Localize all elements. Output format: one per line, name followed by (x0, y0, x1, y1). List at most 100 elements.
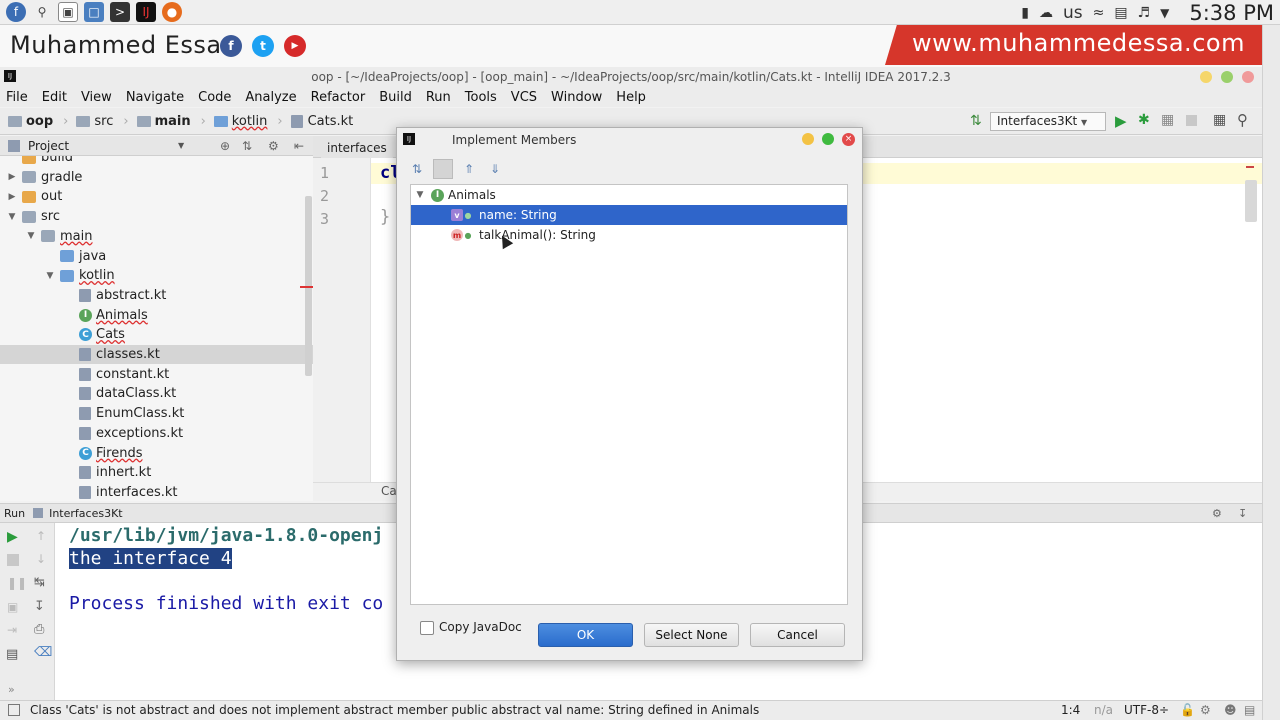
tree-item[interactable]: C Cats (0, 325, 313, 344)
firefox-icon[interactable]: ● (162, 2, 182, 22)
member-row-name[interactable]: v ● name: String (411, 205, 847, 225)
tree-item[interactable]: interfaces.kt (0, 483, 313, 501)
tree-item[interactable]: abstract.kt (0, 286, 313, 305)
menu-run[interactable]: Run (426, 90, 451, 105)
tree-item[interactable]: constant.kt (0, 365, 313, 384)
down-arrow-icon[interactable]: ↓ (36, 552, 46, 566)
chevron-down-icon[interactable]: ▼ (411, 190, 429, 200)
clipboard-icon[interactable]: ▤ (1114, 5, 1127, 21)
volume-icon[interactable]: ♬ (1138, 5, 1151, 21)
exit-icon[interactable]: ⇥ (7, 623, 17, 637)
locate-icon[interactable]: ⊕ (220, 136, 230, 156)
expand-all-icon[interactable]: ⇑ (459, 159, 479, 179)
tree-item[interactable]: I Animals (0, 306, 313, 325)
coverage-icon[interactable]: ▦ (1161, 112, 1174, 128)
menu-vcs[interactable]: VCS (511, 90, 537, 105)
dialog-minimize-button[interactable] (802, 133, 814, 145)
event-log-icon[interactable]: ▤ (1244, 701, 1255, 720)
tree-item[interactable]: classes.kt (0, 345, 313, 364)
breadcrumb-kotlin[interactable]: kotlin (213, 114, 267, 129)
files-icon[interactable]: □ (84, 2, 104, 22)
tree-item[interactable]: ▶ out (0, 187, 313, 206)
inspector-icon[interactable]: ☻ (1224, 701, 1237, 720)
tree-item[interactable]: java (0, 247, 313, 266)
lock-icon[interactable]: 🔓 (1180, 701, 1195, 720)
sort-alphabetically-icon[interactable]: ⇅ (407, 159, 427, 179)
run-icon[interactable]: ▶ (1115, 112, 1127, 130)
dialog-close-button[interactable]: × (842, 133, 855, 146)
cloud-icon[interactable]: ☁ (1039, 5, 1053, 21)
dialog-maximize-button[interactable] (822, 133, 834, 145)
chevron-down-icon[interactable]: ▼ (1160, 6, 1169, 20)
chevron-right-icon[interactable]: ▶ (6, 172, 18, 182)
menu-navigate[interactable]: Navigate (126, 90, 184, 105)
twitter-icon[interactable]: t (252, 35, 274, 57)
pause-icon[interactable]: ❚❚ (7, 576, 27, 590)
tree-item[interactable]: ▼ kotlin (0, 266, 313, 285)
tree-item[interactable]: ▶ gradle (0, 168, 313, 187)
breadcrumb-oop[interactable]: oop (8, 114, 53, 129)
terminal-icon[interactable]: > (110, 2, 130, 22)
show-classes-icon[interactable] (433, 159, 453, 179)
run-tab-label[interactable]: Interfaces3Kt (49, 507, 123, 520)
breadcrumb-src[interactable]: src (76, 114, 113, 129)
menu-tools[interactable]: Tools (465, 90, 497, 105)
language-indicator[interactable]: us (1063, 3, 1083, 23)
stop-icon[interactable] (1186, 115, 1197, 126)
select-none-button[interactable]: Select None (644, 623, 739, 647)
menu-window[interactable]: Window (551, 90, 602, 105)
fedora-icon[interactable]: f (6, 2, 26, 22)
error-stripe-marker[interactable] (1246, 166, 1254, 168)
member-row-talkanimal[interactable]: m ● talkAnimal(): String (411, 225, 847, 245)
menu-edit[interactable]: Edit (42, 90, 67, 105)
tree-item[interactable]: build (0, 156, 313, 167)
close-window-button[interactable] (1242, 71, 1254, 83)
editor-scrollbar[interactable] (1245, 180, 1257, 222)
project-panel-title[interactable]: Project (28, 139, 69, 153)
chevron-down-icon[interactable]: ▼ (25, 231, 37, 241)
menu-code[interactable]: Code (198, 90, 231, 105)
run-configuration-select[interactable]: Interfaces3Kt ▼ (990, 112, 1106, 131)
chevron-down-icon[interactable]: ▼ (178, 136, 184, 156)
tree-item[interactable]: inhert.kt (0, 463, 313, 482)
clock[interactable]: 5:38 PM (1189, 1, 1274, 25)
tree-item[interactable]: C Firends (0, 444, 313, 463)
rerun-icon[interactable]: ▶ (7, 529, 18, 545)
copy-javadoc-label[interactable]: Copy JavaDoc (439, 620, 522, 634)
menu-help[interactable]: Help (616, 90, 646, 105)
collapse-all-icon[interactable]: ⇅ (242, 136, 252, 156)
cursor-position[interactable]: 1:4 (1061, 701, 1080, 720)
minimize-button[interactable] (1200, 71, 1212, 83)
tree-item[interactable]: dataClass.kt (0, 384, 313, 403)
tree-item[interactable]: ▼ main (0, 227, 313, 246)
debug-icon[interactable]: ✱ (1138, 112, 1150, 128)
menu-analyze[interactable]: Analyze (245, 90, 296, 105)
wifi-icon[interactable]: ≈ (1093, 5, 1105, 21)
battery-icon[interactable]: ▮ (1021, 5, 1029, 21)
hide-panel-icon[interactable]: ⇤ (294, 136, 304, 156)
project-structure-icon[interactable]: ▦ (1213, 112, 1226, 128)
tree-item[interactable]: EnumClass.kt (0, 404, 313, 423)
youtube-icon[interactable]: ▶ (284, 35, 306, 57)
more-icon[interactable]: » (8, 683, 15, 696)
search-icon[interactable]: ⚲ (32, 2, 52, 22)
intellij-icon[interactable]: IJ (136, 2, 156, 22)
ok-button[interactable]: OK (538, 623, 633, 647)
cancel-button[interactable]: Cancel (750, 623, 845, 647)
hide-panel-icon[interactable]: ↧ (1238, 504, 1247, 523)
chevron-right-icon[interactable]: ▶ (6, 192, 18, 202)
tree-item[interactable]: exceptions.kt (0, 424, 313, 443)
editor-footer-crumb[interactable]: Ca (381, 484, 397, 498)
collapse-all-icon[interactable]: ⇓ (485, 159, 505, 179)
tree-item[interactable]: ▼ src (0, 207, 313, 226)
menu-file[interactable]: File (6, 90, 28, 105)
maximize-button[interactable] (1221, 71, 1233, 83)
tab-interfaces[interactable]: interfaces (321, 138, 393, 158)
tool-windows-icon[interactable] (8, 704, 20, 716)
menu-view[interactable]: View (81, 90, 112, 105)
breadcrumb-main[interactable]: main (136, 114, 191, 129)
screenshot-icon[interactable]: ▣ (58, 2, 78, 22)
layout-icon[interactable]: ▤ (6, 647, 18, 662)
line-separator[interactable]: n/a (1094, 701, 1113, 720)
menu-refactor[interactable]: Refactor (311, 90, 366, 105)
